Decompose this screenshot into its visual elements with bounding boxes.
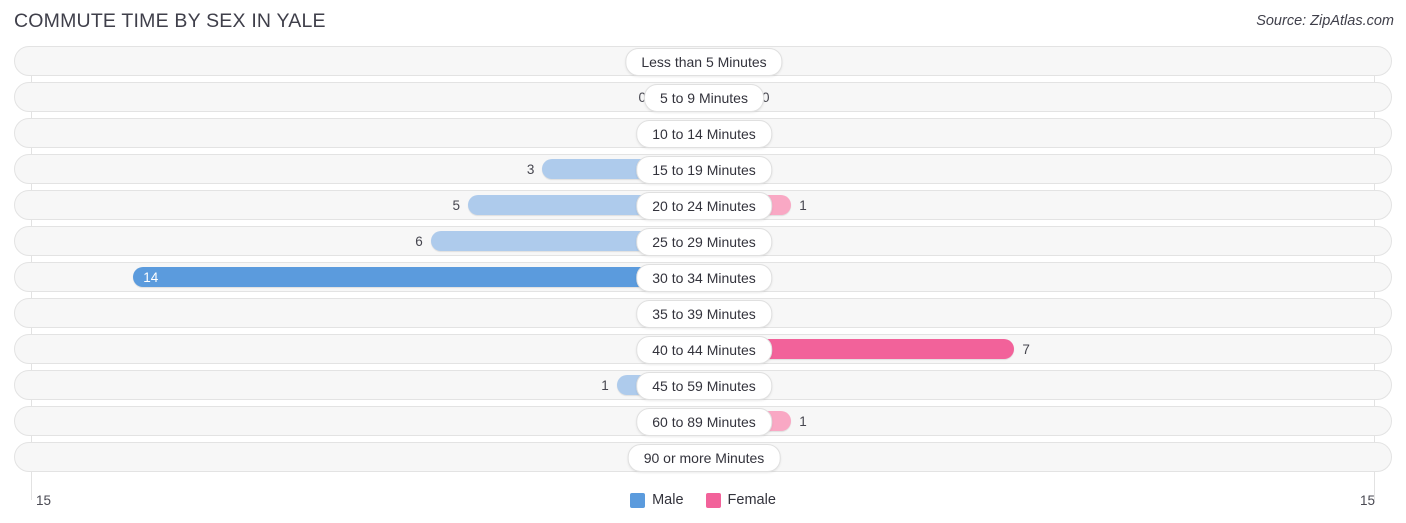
- table-row[interactable]: 0010 to 14 Minutes: [14, 118, 1392, 148]
- value-male: 6: [415, 234, 423, 249]
- category-label: 10 to 14 Minutes: [636, 120, 772, 148]
- row-bar-area: 0 05 to 9 Minutes: [15, 83, 1391, 112]
- category-label: Less than 5 Minutes: [625, 48, 783, 76]
- table-row[interactable]: 6025 to 29 Minutes: [14, 226, 1392, 256]
- table-row[interactable]: 3015 to 19 Minutes: [14, 154, 1392, 184]
- table-row[interactable]: 1045 to 59 Minutes: [14, 370, 1392, 400]
- plot-area: 00Less than 5 Minutes 0 05 to 9 Minutes 001…: [0, 46, 1406, 500]
- table-row[interactable]: 0 05 to 9 Minutes: [14, 82, 1392, 112]
- row-bar-area: 1045 to 59 Minutes: [15, 371, 1391, 400]
- value-male: 5: [452, 198, 460, 213]
- category-label: 15 to 19 Minutes: [636, 156, 772, 184]
- value-female: 1: [799, 414, 807, 429]
- value-male: 0: [638, 90, 646, 105]
- commute-time-chart: COMMUTE TIME BY SEX IN YALE Source: ZipA…: [0, 0, 1406, 523]
- row-bar-area: 0035 to 39 Minutes: [15, 299, 1391, 328]
- row-bar-area: 14030 to 34 Minutes: [15, 263, 1391, 292]
- row-bar-area: 0740 to 44 Minutes: [15, 335, 1391, 364]
- table-row[interactable]: 0160 to 89 Minutes: [14, 406, 1392, 436]
- value-male: 3: [526, 162, 535, 177]
- category-label: 90 or more Minutes: [627, 444, 781, 472]
- category-label: 45 to 59 Minutes: [636, 372, 772, 400]
- value-female: 1: [799, 198, 807, 213]
- legend: Male Female: [0, 492, 1406, 508]
- table-row[interactable]: 5 1 20 to 24 Minutes: [14, 190, 1392, 220]
- legend-label-male: Male: [652, 492, 684, 508]
- chart-footer: 15 15 Male Female: [0, 491, 1406, 517]
- value-female: 7: [1022, 342, 1030, 357]
- bar-male[interactable]: [133, 267, 704, 287]
- table-row[interactable]: 0035 to 39 Minutes: [14, 298, 1392, 328]
- legend-label-female: Female: [727, 492, 776, 508]
- legend-item-female[interactable]: Female: [705, 492, 776, 508]
- value-female: 0: [762, 90, 770, 105]
- legend-swatch-male-icon: [630, 492, 646, 508]
- table-row[interactable]: 14030 to 34 Minutes: [14, 262, 1392, 292]
- bar-rows: 00Less than 5 Minutes 0 05 to 9 Minutes 001…: [0, 46, 1406, 472]
- chart-header: COMMUTE TIME BY SEX IN YALE Source: ZipA…: [0, 0, 1406, 44]
- category-label: 20 to 24 Minutes: [636, 192, 772, 220]
- row-bar-area: 6025 to 29 Minutes: [15, 227, 1391, 256]
- source-attribution: Source: ZipAtlas.com: [1256, 13, 1394, 29]
- table-row[interactable]: 00Less than 5 Minutes: [14, 46, 1392, 76]
- category-label: 60 to 89 Minutes: [636, 408, 772, 436]
- category-label: 40 to 44 Minutes: [636, 336, 772, 364]
- table-row[interactable]: 0090 or more Minutes: [14, 442, 1392, 472]
- row-bar-area: 00Less than 5 Minutes: [15, 47, 1391, 76]
- page-title: COMMUTE TIME BY SEX IN YALE: [14, 10, 326, 32]
- category-label: 25 to 29 Minutes: [636, 228, 772, 256]
- legend-item-male[interactable]: Male: [630, 492, 684, 508]
- category-label: 5 to 9 Minutes: [644, 84, 764, 112]
- row-bar-area: 5 1 20 to 24 Minutes: [15, 191, 1391, 220]
- legend-swatch-female-icon: [705, 492, 721, 508]
- row-bar-area: 0160 to 89 Minutes: [15, 407, 1391, 436]
- value-male: 14: [143, 270, 159, 285]
- category-label: 30 to 34 Minutes: [636, 264, 772, 292]
- row-bar-area: 3015 to 19 Minutes: [15, 155, 1391, 184]
- category-label: 35 to 39 Minutes: [636, 300, 772, 328]
- row-bar-area: 0090 or more Minutes: [15, 443, 1391, 472]
- value-male: 1: [601, 378, 609, 393]
- table-row[interactable]: 0740 to 44 Minutes: [14, 334, 1392, 364]
- row-bar-area: 0010 to 14 Minutes: [15, 119, 1391, 148]
